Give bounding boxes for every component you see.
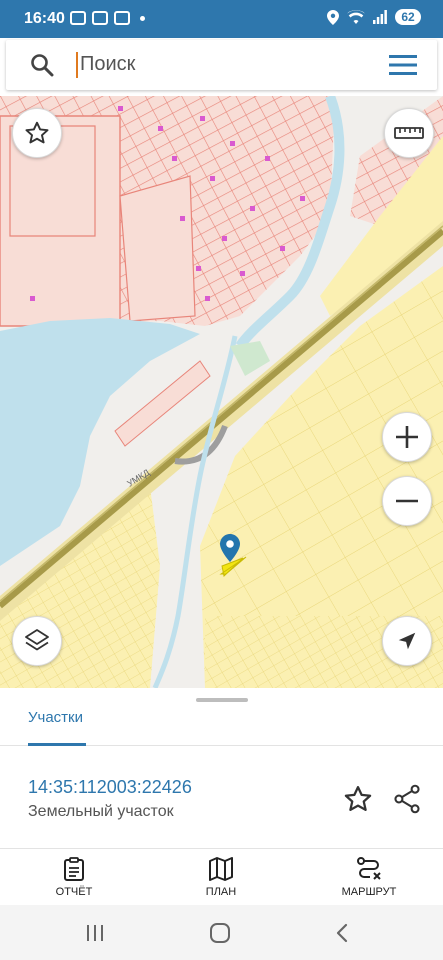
my-location-button[interactable] (382, 616, 432, 666)
location-icon (327, 9, 339, 25)
nav-report-button[interactable]: ОТЧЁТ (29, 857, 119, 898)
parcel-info-sheet[interactable]: Участки 14:35:112003:22426 Земельный уча… (0, 688, 443, 848)
notification-icons (70, 11, 145, 25)
menu-icon[interactable] (389, 54, 417, 76)
recent-apps-icon[interactable] (85, 924, 105, 942)
back-icon[interactable] (334, 923, 350, 943)
status-time: 16:40 (24, 10, 65, 27)
route-icon (357, 857, 381, 880)
signal-icon (373, 10, 387, 24)
battery-indicator: 62 (395, 9, 421, 25)
navigation-arrow-icon (398, 632, 416, 650)
ruler-icon (394, 127, 424, 139)
nav-report-label: ОТЧЁТ (55, 886, 93, 898)
zoom-in-button[interactable] (382, 412, 432, 462)
active-tab-indicator (28, 743, 86, 746)
more-notifications-icon (140, 15, 145, 21)
parcel-west-strip (119, 175, 196, 322)
gallery-notification-icon (70, 11, 86, 25)
app-notification-icon (92, 11, 108, 25)
layers-button[interactable] (12, 616, 62, 666)
system-navigation-bar (0, 905, 443, 960)
report-icon (64, 857, 84, 881)
search-icon[interactable] (30, 53, 54, 77)
nav-plan-button[interactable]: ПЛАН (176, 857, 266, 898)
tab-parcels[interactable]: Участки (28, 709, 83, 726)
share-icon[interactable] (393, 784, 421, 814)
zoom-out-button[interactable] (382, 476, 432, 526)
store-notification-icon (114, 11, 130, 25)
star-icon (25, 121, 49, 144)
search-input[interactable]: Поиск (80, 53, 135, 76)
search-bar[interactable]: Поиск (6, 40, 437, 90)
text-cursor (76, 52, 78, 78)
sheet-drag-handle[interactable] (196, 698, 248, 702)
map-canvas[interactable] (0, 96, 443, 688)
layers-icon (25, 629, 49, 651)
minus-icon (396, 499, 418, 503)
nav-route-button[interactable]: МАРШРУТ (324, 857, 414, 898)
map-view[interactable]: УМКД (0, 96, 443, 688)
measure-button[interactable] (384, 108, 434, 158)
home-icon[interactable] (209, 923, 231, 943)
bottom-navigation: ОТЧЁТ ПЛАН МАРШРУТ (0, 848, 443, 905)
favorites-button[interactable] (12, 108, 62, 158)
map-plan-icon (209, 857, 233, 881)
add-favorite-star-icon[interactable] (343, 784, 373, 814)
parcel-type-label: Земельный участок (28, 803, 174, 820)
status-bar: 16:40 62 (0, 0, 443, 38)
wifi-icon (347, 10, 365, 24)
plus-icon (396, 426, 418, 448)
nav-plan-label: ПЛАН (205, 886, 237, 898)
nav-route-label: МАРШРУТ (341, 886, 397, 898)
cadastral-number-link[interactable]: 14:35:112003:22426 (28, 777, 192, 798)
